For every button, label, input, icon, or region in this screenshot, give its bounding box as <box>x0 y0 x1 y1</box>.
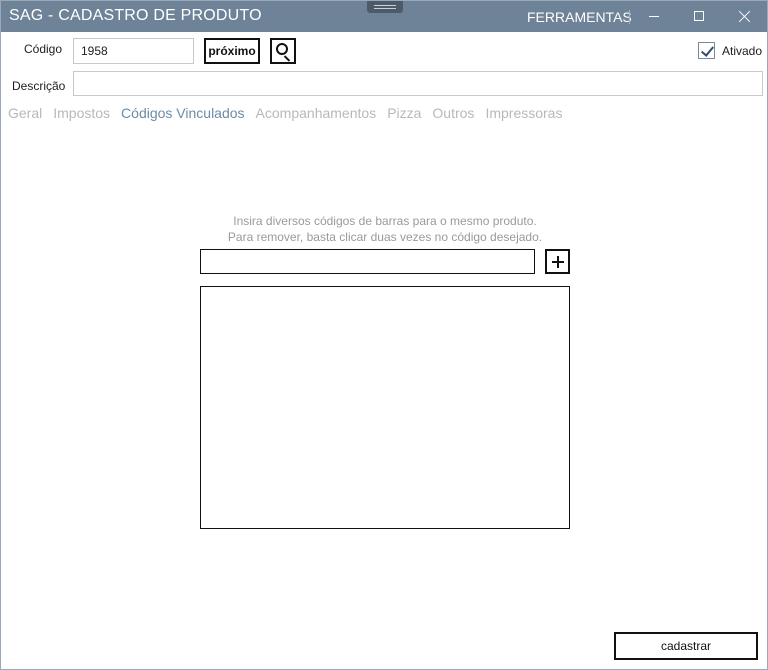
tab-outros[interactable]: Outros <box>432 105 474 121</box>
search-icon <box>276 43 288 55</box>
maximize-icon <box>694 11 704 21</box>
drag-grip-icon[interactable] <box>367 1 403 13</box>
add-code-button[interactable] <box>545 249 570 274</box>
close-icon <box>739 10 751 22</box>
linked-codes-list[interactable] <box>200 286 570 529</box>
descricao-label: Descrição <box>12 79 66 93</box>
proximo-button[interactable]: próximo <box>204 38 260 64</box>
tab-impostos[interactable]: Impostos <box>53 105 110 121</box>
minimize-icon <box>649 16 659 17</box>
maximize-button[interactable] <box>676 1 722 32</box>
minimize-button[interactable] <box>631 1 677 32</box>
descricao-input[interactable] <box>73 71 763 96</box>
tab-impressoras[interactable]: Impressoras <box>485 105 562 121</box>
tools-menu[interactable]: FERRAMENTAS <box>527 9 632 25</box>
codigo-input[interactable] <box>73 38 194 64</box>
window-title: SAG - CADASTRO DE PRODUTO <box>9 7 262 24</box>
tab-geral[interactable]: Geral <box>8 105 42 121</box>
title-bar[interactable]: SAG - CADASTRO DE PRODUTO FERRAMENTAS <box>1 1 767 32</box>
product-register-window: SAG - CADASTRO DE PRODUTO FERRAMENTAS Có… <box>0 0 768 670</box>
title-separator <box>629 10 630 24</box>
plus-icon <box>547 251 568 272</box>
tab-pizza[interactable]: Pizza <box>387 105 421 121</box>
cadastrar-button[interactable]: cadastrar <box>614 632 758 660</box>
tab-acompanhamentos[interactable]: Acompanhamentos <box>256 105 377 121</box>
new-code-input[interactable] <box>200 249 535 274</box>
tab-bar: Geral Impostos Códigos Vinculados Acompanha… <box>8 105 573 121</box>
search-button[interactable] <box>270 38 296 64</box>
hint-text-remove: Para remover, basta clicar duas vezes no… <box>227 230 543 244</box>
close-button[interactable] <box>722 1 768 32</box>
tab-codigos-vinculados[interactable]: Códigos Vinculados <box>121 105 245 121</box>
ativado-label: Ativado <box>722 44 763 58</box>
ativado-checkbox[interactable] <box>698 42 715 59</box>
hint-text-add: Insira diversos códigos de barras para o… <box>233 214 537 228</box>
codigo-label: Código <box>24 42 63 56</box>
